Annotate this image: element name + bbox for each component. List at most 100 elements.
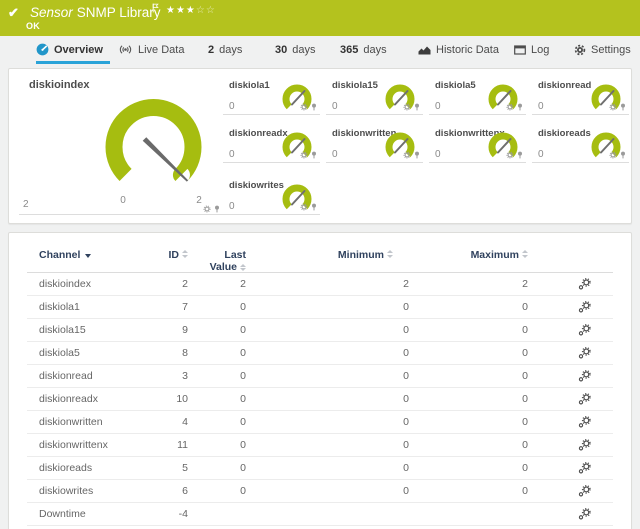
pin-icon[interactable] (516, 103, 524, 111)
channel-settings-icon[interactable] (578, 508, 591, 520)
gauge-panel-diskioreads[interactable]: diskioreads 0 (532, 128, 629, 163)
gauge-value: 0 (538, 101, 544, 112)
priority-star-rating[interactable]: ★★★☆☆ (166, 5, 216, 16)
channel-settings-icon[interactable] (578, 462, 591, 474)
stars-filled: ★★★ (166, 5, 196, 16)
channel-minimum: 2 (246, 278, 409, 290)
channel-name[interactable]: diskionwritten (27, 416, 119, 428)
channel-name[interactable]: diskionreadx (27, 393, 119, 405)
sensor-status-header: ✔ SensorSNMP Library ★★★☆☆ OK (0, 0, 640, 36)
gauge-value: 0 (538, 149, 544, 160)
pin-icon[interactable] (516, 151, 524, 159)
flag-icon[interactable] (152, 3, 160, 13)
gear-icon[interactable] (300, 151, 308, 159)
gauge-value: 0 (332, 101, 338, 112)
column-header-minimum[interactable]: Minimum (246, 249, 409, 261)
gear-icon[interactable] (403, 103, 411, 111)
tab-historic-data[interactable]: Historic Data (418, 36, 499, 63)
channel-last-value: 0 (188, 301, 246, 313)
channel-settings-icon[interactable] (578, 301, 591, 313)
channel-name[interactable]: diskiola1 (27, 301, 119, 313)
tab-2-days[interactable]: 2 days (208, 36, 242, 63)
tab-overview[interactable]: Overview (36, 36, 103, 63)
gauge-value: 0 (229, 201, 235, 212)
channel-name[interactable]: Downtime (27, 508, 119, 520)
table-header-row: Channel ID LastValue Minimum Maximum (27, 233, 613, 273)
gear-icon[interactable] (506, 103, 514, 111)
gauge-panel-diskionreadx[interactable]: diskionreadx 0 (223, 128, 320, 163)
gear-icon[interactable] (300, 203, 308, 211)
gear-icon[interactable] (609, 103, 617, 111)
table-row[interactable]: diskionwrittenx 11 0 0 0 (27, 434, 613, 457)
gauge-panel-diskionread[interactable]: diskionread 0 (532, 80, 629, 115)
gear-icon[interactable] (609, 151, 617, 159)
column-header-last-value[interactable]: LastValue (188, 249, 246, 273)
pin-icon[interactable] (310, 203, 318, 211)
channel-table: Channel ID LastValue Minimum Maximum dis… (27, 233, 613, 526)
tab-live-data[interactable]: Live Data (118, 36, 184, 63)
gauge-value: 0 (332, 149, 338, 160)
tab-30-days[interactable]: 30 days (275, 36, 316, 63)
gauge-panel-diskiola1[interactable]: diskiola1 0 (223, 80, 320, 115)
pin-icon[interactable] (619, 151, 627, 159)
gear-icon[interactable] (403, 151, 411, 159)
gauge-value: 0 (435, 101, 441, 112)
channel-id: 10 (119, 393, 188, 405)
tab-settings[interactable]: Settings (574, 36, 631, 63)
table-row[interactable]: diskionreadx 10 0 0 0 (27, 388, 613, 411)
pin-icon[interactable] (413, 103, 421, 111)
pin-icon[interactable] (310, 151, 318, 159)
primary-gauge-dial[interactable] (61, 91, 246, 203)
gauge-panel-diskionwritten[interactable]: diskionwritten 0 (326, 128, 423, 163)
column-header-id[interactable]: ID (119, 249, 188, 261)
table-row[interactable]: diskioreads 5 0 0 0 (27, 457, 613, 480)
divider (19, 214, 225, 215)
table-row[interactable]: diskionwritten 4 0 0 0 (27, 411, 613, 434)
channel-name[interactable]: diskioreads (27, 462, 119, 474)
channel-name[interactable]: diskiola15 (27, 324, 119, 336)
channel-settings-icon[interactable] (578, 370, 591, 382)
gear-icon[interactable] (300, 103, 308, 111)
channel-name[interactable]: diskionread (27, 370, 119, 382)
gauge-value: 0 (229, 149, 235, 160)
channel-minimum: 0 (246, 393, 409, 405)
gear-icon[interactable] (203, 205, 211, 213)
table-row[interactable]: diskiola15 9 0 0 0 (27, 319, 613, 342)
primary-gauge-value: 2 (23, 199, 29, 210)
channel-settings-icon[interactable] (578, 439, 591, 451)
gauge-panel-diskiola5[interactable]: diskiola5 0 (429, 80, 526, 115)
column-header-maximum[interactable]: Maximum (409, 249, 528, 261)
channel-settings-icon[interactable] (578, 278, 591, 290)
channel-settings-icon[interactable] (578, 324, 591, 336)
channel-settings-icon[interactable] (578, 416, 591, 428)
table-row[interactable]: diskionread 3 0 0 0 (27, 365, 613, 388)
log-icon (514, 45, 526, 55)
pin-icon[interactable] (619, 103, 627, 111)
channel-settings-icon[interactable] (578, 393, 591, 405)
gauge-panel-diskiowrites[interactable]: diskiowrites 0 (223, 180, 320, 215)
channel-name[interactable]: diskionwrittenx (27, 439, 119, 451)
table-row[interactable]: diskiola1 7 0 0 0 (27, 296, 613, 319)
tab-label: Log (531, 44, 549, 56)
column-header-channel[interactable]: Channel (27, 249, 119, 261)
pin-icon[interactable] (413, 151, 421, 159)
gauge-panel-diskiola15[interactable]: diskiola15 0 (326, 80, 423, 115)
channel-name[interactable]: diskiowrites (27, 485, 119, 497)
channel-name[interactable]: diskioindex (27, 278, 119, 290)
tab-label: days (219, 44, 242, 56)
pin-icon[interactable] (213, 205, 221, 213)
gear-icon[interactable] (506, 151, 514, 159)
pin-icon[interactable] (310, 103, 318, 111)
tab-label: Live Data (138, 44, 184, 56)
table-row[interactable]: diskiola5 8 0 0 0 (27, 342, 613, 365)
tab-365-days[interactable]: 365 days (340, 36, 387, 63)
tab-log[interactable]: Log (514, 36, 549, 63)
channel-settings-icon[interactable] (578, 347, 591, 359)
table-row[interactable]: Downtime -4 (27, 503, 613, 526)
table-row[interactable]: diskiowrites 6 0 0 0 (27, 480, 613, 503)
table-row[interactable]: diskioindex 2 2 2 2 (27, 273, 613, 296)
channel-name[interactable]: diskiola5 (27, 347, 119, 359)
gauge-panel-diskionwrittenx[interactable]: diskionwrittenx 0 (429, 128, 526, 163)
gauges-panel: diskioindex 0 2 2 diskiola1 0 di (8, 68, 632, 224)
channel-settings-icon[interactable] (578, 485, 591, 497)
